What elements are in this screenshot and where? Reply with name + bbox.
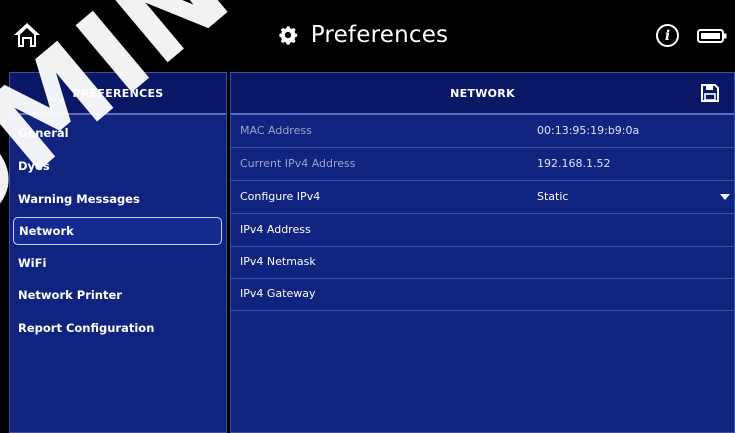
- info-icon[interactable]: i: [656, 24, 679, 47]
- top-bar: Preferences i: [0, 0, 735, 70]
- sidebar-item-label: Network: [19, 224, 74, 238]
- sidebar: PREFERENCES General Dyes Warning Message…: [9, 72, 227, 433]
- gear-icon: [279, 26, 297, 45]
- chevron-down-icon[interactable]: [720, 194, 730, 200]
- sidebar-item-network-printer[interactable]: Network Printer: [13, 281, 222, 309]
- configure-ipv4-row[interactable]: Configure IPv4 Static: [231, 181, 734, 214]
- sidebar-item-label: Warning Messages: [18, 192, 140, 206]
- sidebar-header: PREFERENCES: [10, 73, 226, 115]
- mac-address-row: MAC Address 00:13:95:19:b9:0a: [231, 115, 734, 148]
- sidebar-item-label: Dyes: [18, 159, 50, 173]
- ipv4-address-row[interactable]: IPv4 Address: [231, 214, 734, 247]
- configure-ipv4-select[interactable]: Static: [537, 190, 568, 203]
- current-ipv4-row: Current IPv4 Address 192.168.1.52: [231, 148, 734, 181]
- sidebar-item-label: WiFi: [18, 256, 47, 270]
- sidebar-item-label: General: [18, 126, 69, 140]
- page-title-group: Preferences: [0, 0, 735, 70]
- ipv4-netmask-label: IPv4 Netmask: [240, 255, 316, 268]
- sidebar-item-label: Report Configuration: [18, 321, 155, 335]
- ipv4-netmask-row[interactable]: IPv4 Netmask: [231, 246, 734, 279]
- network-panel-header: NETWORK: [231, 73, 734, 115]
- sidebar-item-wifi[interactable]: WiFi: [13, 249, 222, 277]
- sidebar-item-general[interactable]: General: [13, 119, 222, 147]
- mac-address-label: MAC Address: [240, 124, 312, 137]
- mac-address-value: 00:13:95:19:b9:0a: [537, 124, 640, 137]
- network-panel-title: NETWORK: [450, 86, 515, 100]
- save-icon[interactable]: [700, 83, 720, 103]
- ipv4-gateway-row[interactable]: IPv4 Gateway: [231, 278, 734, 311]
- current-ipv4-label: Current IPv4 Address: [240, 157, 356, 170]
- ipv4-gateway-label: IPv4 Gateway: [240, 287, 316, 300]
- ipv4-address-label: IPv4 Address: [240, 223, 311, 236]
- network-panel: NETWORK MAC Address 00:13:95:19:b9:0a Cu…: [230, 72, 735, 433]
- sidebar-item-label: Network Printer: [18, 288, 122, 302]
- sidebar-item-report-configuration[interactable]: Report Configuration: [13, 314, 222, 342]
- page-title: Preferences: [310, 22, 449, 48]
- sidebar-item-network[interactable]: Network: [13, 217, 222, 245]
- sidebar-item-dyes[interactable]: Dyes: [13, 152, 222, 180]
- current-ipv4-value: 192.168.1.52: [537, 157, 611, 170]
- info-glyph: i: [664, 27, 671, 44]
- sidebar-item-warning-messages[interactable]: Warning Messages: [13, 185, 222, 213]
- configure-ipv4-label: Configure IPv4: [240, 190, 321, 203]
- battery-icon: [697, 29, 727, 43]
